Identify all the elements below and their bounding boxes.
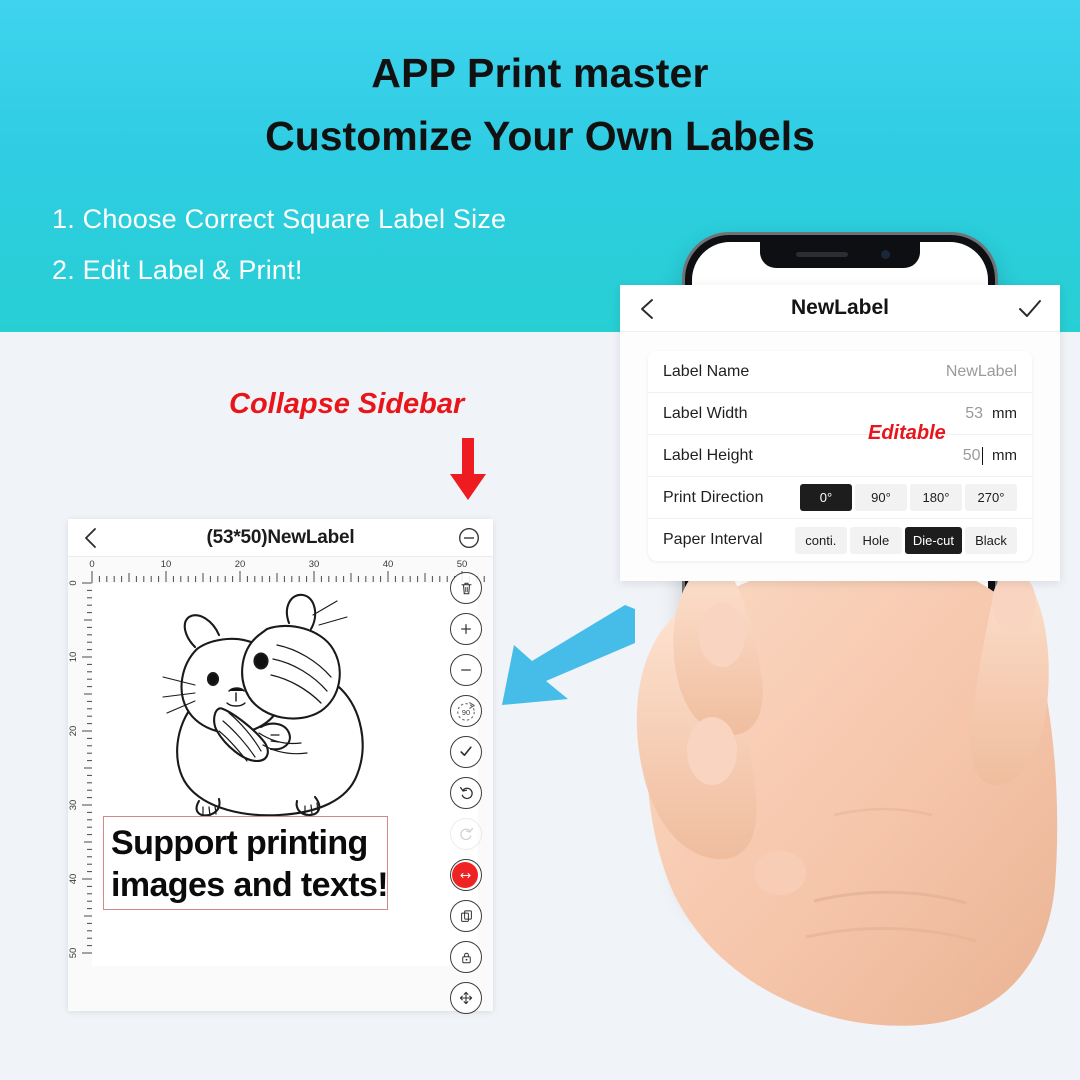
settings-topbar: NewLabel — [620, 285, 1060, 332]
row-label: Label Width — [663, 404, 748, 422]
ruler-vertical: 0 10 20 30 40 50 — [68, 580, 93, 959]
editor-topbar: (53*50)NewLabel — [68, 519, 493, 557]
row-label-name[interactable]: Label Name NewLabel — [648, 351, 1032, 393]
text-cursor — [981, 446, 983, 465]
svg-text:40: 40 — [383, 559, 394, 570]
editor-title: (53*50)NewLabel — [206, 526, 355, 548]
segment-die-cut[interactable]: Die-cut — [904, 526, 962, 554]
svg-text:40: 40 — [68, 874, 79, 885]
row-value[interactable]: 50 — [963, 447, 981, 465]
move-icon[interactable] — [450, 982, 482, 1014]
text-line-1: Support printing — [111, 823, 368, 862]
svg-text:50: 50 — [457, 559, 468, 570]
svg-text:0: 0 — [89, 559, 94, 570]
editor-canvas-area[interactable]: 0 10 20 30 40 50 0 10 20 30 40 50 — [68, 557, 493, 1011]
row-unit: mm — [992, 405, 1017, 422]
duplicate-icon[interactable] — [450, 900, 482, 932]
segment-90deg[interactable]: 90° — [855, 484, 907, 511]
svg-text:20: 20 — [68, 726, 79, 737]
segment-270deg[interactable]: 270° — [965, 484, 1017, 511]
print-direction-segmented: 0° 90° 180° 270° — [800, 484, 1017, 511]
page-title: APP Print master — [371, 50, 709, 96]
zoom-in-icon[interactable] — [450, 613, 482, 645]
segment-0deg[interactable]: 0° — [800, 484, 852, 511]
phone-notch — [760, 242, 920, 268]
row-label-height[interactable]: Label Height 50 mm — [648, 435, 1032, 477]
row-label: Label Height — [663, 446, 753, 464]
rotate-90-icon[interactable]: 90 — [450, 695, 482, 727]
editor-toolbar: 90 — [450, 572, 486, 1023]
blue-arrow-down-left-icon — [502, 605, 635, 705]
delete-icon[interactable] — [450, 572, 482, 604]
settings-card: Label Name NewLabel Label Width 53 mm La… — [648, 351, 1032, 561]
svg-text:10: 10 — [68, 652, 79, 663]
text-line-2: images and texts! — [111, 866, 389, 904]
svg-text:90: 90 — [462, 708, 470, 717]
row-value: NewLabel — [945, 362, 1017, 380]
segment-black[interactable]: Black — [965, 526, 1017, 554]
resize-handle-icon[interactable] — [452, 862, 478, 888]
check-icon[interactable] — [1017, 298, 1043, 320]
annotation-collapse-sidebar: Collapse Sidebar — [229, 388, 465, 420]
minus-circle-icon[interactable] — [458, 527, 480, 549]
svg-text:20: 20 — [235, 559, 246, 570]
segment-180deg[interactable]: 180° — [910, 484, 962, 511]
svg-text:10: 10 — [161, 559, 172, 570]
svg-text:30: 30 — [309, 559, 320, 570]
row-print-direction: Print Direction 0° 90° 180° 270° — [648, 477, 1032, 519]
svg-text:0: 0 — [68, 580, 79, 585]
hero-step-2: 2. Edit Label & Print! — [52, 255, 303, 285]
paper-interval-segmented: conti. Hole Die-cut Black — [794, 526, 1017, 554]
svg-text:50: 50 — [68, 948, 79, 959]
row-label-width[interactable]: Label Width 53 mm — [648, 393, 1032, 435]
segment-conti[interactable]: conti. — [794, 526, 847, 554]
arrow-down-icon — [450, 438, 486, 500]
speaker-grill-icon — [796, 252, 848, 257]
zoom-out-icon[interactable] — [450, 654, 482, 686]
row-label: Print Direction — [663, 488, 764, 506]
row-unit: mm — [992, 447, 1017, 464]
text-object[interactable]: Support printing images and texts! — [103, 816, 389, 910]
confirm-icon[interactable] — [450, 736, 482, 768]
label-editor-panel: (53*50)NewLabel 0 10 20 30 40 50 0 10 20… — [68, 519, 493, 1011]
label-settings-panel: NewLabel Label Name NewLabel Label Width… — [620, 285, 1060, 581]
row-label: Paper Interval — [663, 531, 763, 548]
hero-step-1: 1. Choose Correct Square Label Size — [52, 204, 507, 234]
row-paper-interval: Paper Interval conti. Hole Die-cut Black — [648, 519, 1032, 561]
segment-hole[interactable]: Hole — [849, 526, 902, 554]
settings-title: NewLabel — [790, 296, 890, 319]
redo-icon[interactable] — [450, 818, 482, 850]
undo-icon[interactable] — [450, 777, 482, 809]
annotation-editable: Editable — [868, 422, 946, 444]
chevron-left-icon[interactable] — [636, 297, 660, 321]
front-camera-icon — [881, 250, 890, 259]
page-subtitle: Customize Your Own Labels — [265, 113, 815, 159]
lock-icon[interactable] — [450, 941, 482, 973]
row-value[interactable]: 53 — [965, 405, 983, 423]
chevron-left-icon[interactable] — [80, 526, 102, 550]
ruler-horizontal: 0 10 20 30 40 50 — [89, 559, 485, 582]
hamster-line-drawing[interactable] — [137, 585, 397, 825]
svg-text:30: 30 — [68, 800, 79, 811]
row-label: Label Name — [663, 362, 750, 380]
